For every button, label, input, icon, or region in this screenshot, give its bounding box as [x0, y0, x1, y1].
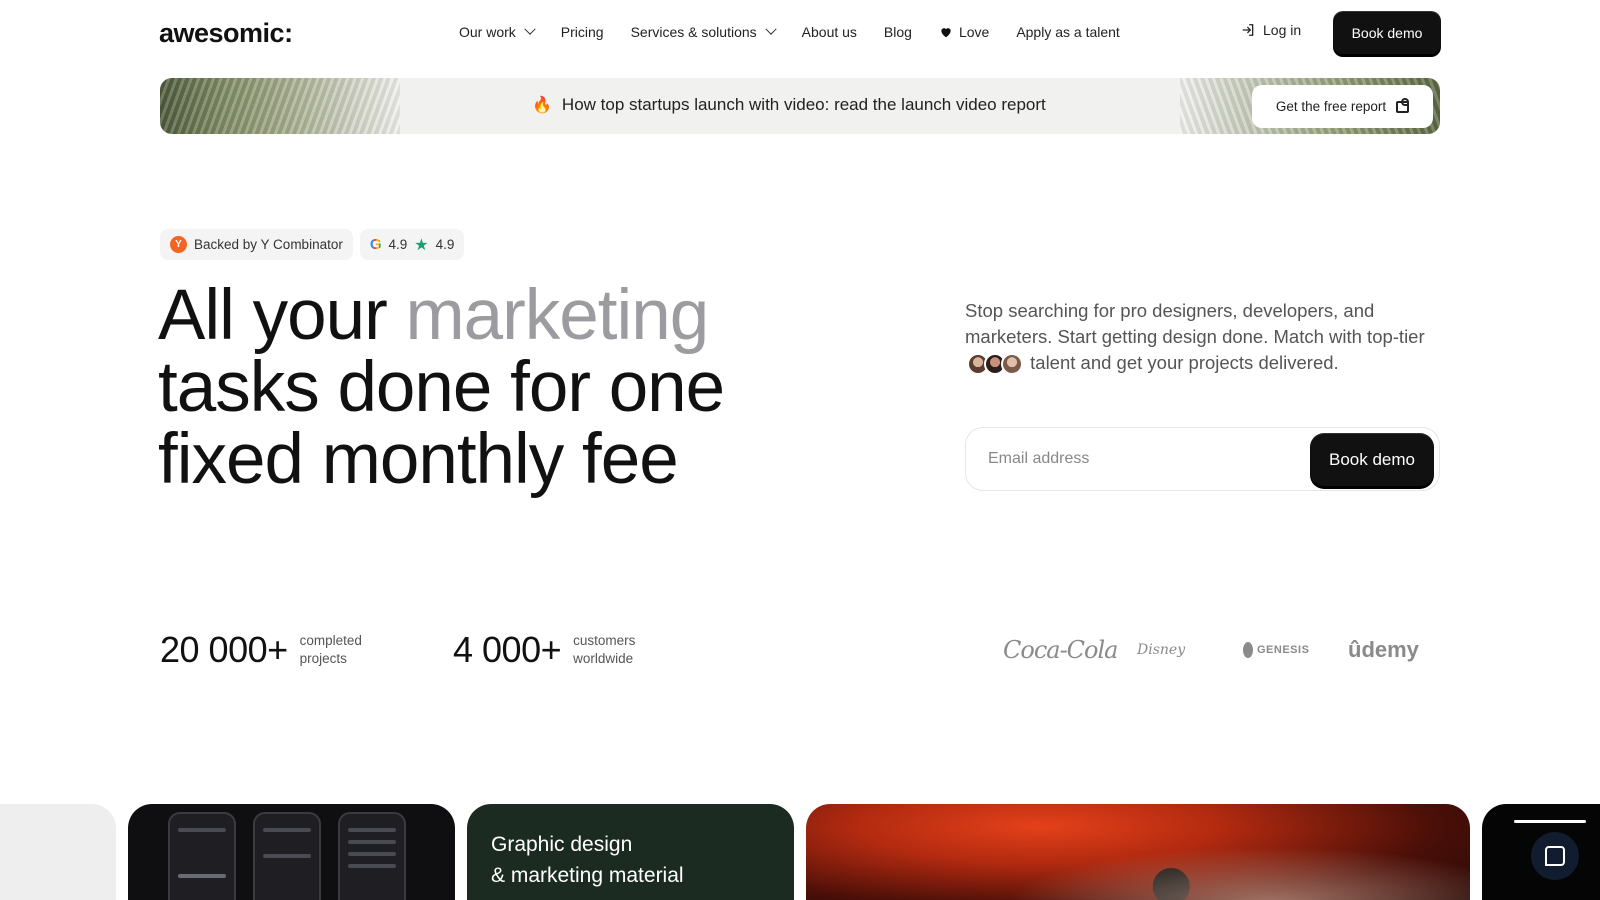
hero-description: Stop searching for pro designers, develo… [965, 298, 1445, 376]
gift-icon [1396, 97, 1410, 113]
chat-icon [1545, 846, 1565, 866]
nav-about-label: About us [801, 24, 857, 40]
promo-banner: 🔥 How top startups launch with video: re… [160, 78, 1440, 134]
hero-title-muted: marketing [405, 276, 709, 355]
nav-love[interactable]: Love [939, 22, 989, 42]
nav-book-demo-button[interactable]: Book demo [1333, 11, 1441, 54]
stat-projects-label: completed projects [299, 633, 362, 666]
login-label: Log in [1263, 22, 1302, 38]
heart-icon [941, 28, 951, 38]
yc-badge[interactable]: Y Backed by Y Combinator [160, 229, 353, 260]
hero-title-part1: All your [158, 276, 406, 355]
phone-mockup [253, 812, 321, 900]
nav-apply-label: Apply as a talent [1016, 24, 1120, 40]
stat-customers-label: customers worldwide [573, 633, 636, 666]
phone-row [263, 828, 311, 832]
email-signup-form: Book demo [965, 427, 1440, 491]
top-nav: awesomic: Our work Pricing Services & so… [0, 0, 1600, 66]
showcase-card[interactable] [0, 804, 116, 900]
hero-title: All your marketing tasks done for one fi… [158, 280, 725, 499]
nav-blog[interactable]: Blog [884, 22, 912, 42]
get-free-report-button[interactable]: Get the free report [1252, 85, 1433, 128]
nav-apply-talent[interactable]: Apply as a talent [1016, 22, 1120, 42]
hero-desc-after: talent and get your projects delivered. [1030, 352, 1339, 373]
stat-customers-value: 4 000+ [453, 629, 562, 670]
nav-services-label: Services & solutions [630, 24, 757, 40]
phone-row [348, 828, 396, 832]
banner-image-left [160, 78, 400, 134]
awesomic-logo[interactable]: awesomic: [159, 18, 293, 49]
hero-desc-before: Stop searching for pro designers, develo… [965, 300, 1425, 347]
nav-about[interactable]: About us [802, 22, 857, 42]
google-icon: G [369, 236, 382, 253]
google-rating: 4.9 [388, 237, 408, 252]
nav-our-work[interactable]: Our work [459, 22, 536, 42]
chat-widget-button[interactable] [1531, 832, 1579, 880]
banner-message[interactable]: 🔥 How top startups launch with video: re… [532, 95, 1046, 115]
phone-mockup [338, 812, 406, 900]
nav-services[interactable]: Services & solutions [630, 22, 777, 42]
banner-text: How top startups launch with video: read… [561, 95, 1046, 114]
login-icon [1242, 24, 1254, 36]
disney-logo: Disney [1137, 642, 1186, 658]
card-title-line2: & marketing material [491, 864, 684, 887]
yc-badge-label: Backed by Y Combinator [194, 237, 343, 252]
avatar [1001, 353, 1023, 376]
genesis-logo-text: GENESIS [1257, 644, 1310, 656]
y-combinator-icon: Y [170, 236, 187, 253]
stat-customers: 4 000+ customers worldwide [453, 629, 653, 671]
hero-title-line2: tasks done for one [158, 348, 725, 427]
main-menu: Our work Pricing Services & solutions Ab… [459, 22, 1147, 42]
email-field[interactable] [988, 446, 1268, 472]
showcase-card-photo[interactable] [806, 804, 1470, 900]
client-logos: Coca-Cola Disney GENESIS ûdemy [1003, 636, 1419, 664]
trustpilot-rating: 4.9 [435, 237, 455, 252]
phone-row [348, 852, 396, 856]
card-title-line1: Graphic design [491, 833, 633, 856]
progress-bar [1514, 820, 1586, 823]
fire-icon: 🔥 [532, 97, 552, 114]
login-link[interactable]: Log in [1241, 22, 1301, 38]
nav-pricing-label: Pricing [560, 24, 604, 40]
talent-avatars [967, 353, 1023, 376]
stat-projects-value: 20 000+ [160, 629, 288, 670]
coca-cola-logo: Coca-Cola [1003, 636, 1118, 664]
showcase-card-app[interactable] [128, 804, 455, 900]
phone-row [348, 840, 396, 844]
nav-our-work-label: Our work [459, 24, 516, 40]
star-icon: ★ [414, 236, 429, 254]
phone-row [263, 854, 311, 858]
nav-love-label: Love [958, 24, 990, 40]
genesis-logo: GENESIS [1243, 642, 1348, 658]
phone-mockup [168, 812, 236, 900]
chevron-down-icon [524, 23, 536, 35]
rating-badge[interactable]: G 4.9 ★ 4.9 [359, 229, 465, 260]
trust-badges: Y Backed by Y Combinator G 4.9 ★ 4.9 [160, 229, 465, 260]
hero-book-demo-button[interactable]: Book demo [1310, 433, 1434, 486]
phone-row [178, 874, 226, 878]
phone-row [348, 864, 396, 868]
phone-row [178, 828, 226, 832]
chevron-down-icon [764, 23, 777, 35]
hero-title-line3: fixed monthly fee [158, 420, 679, 499]
get-free-report-label: Get the free report [1275, 99, 1387, 114]
stat-projects: 20 000+ completed projects [160, 629, 380, 671]
showcase-card-graphic-design[interactable]: Graphic design & marketing material [467, 804, 794, 900]
nav-blog-label: Blog [883, 24, 912, 40]
udemy-logo: ûdemy [1348, 637, 1419, 662]
card-title: Graphic design & marketing material [491, 829, 684, 891]
nav-pricing[interactable]: Pricing [561, 22, 604, 42]
genesis-mark-icon [1243, 642, 1253, 658]
